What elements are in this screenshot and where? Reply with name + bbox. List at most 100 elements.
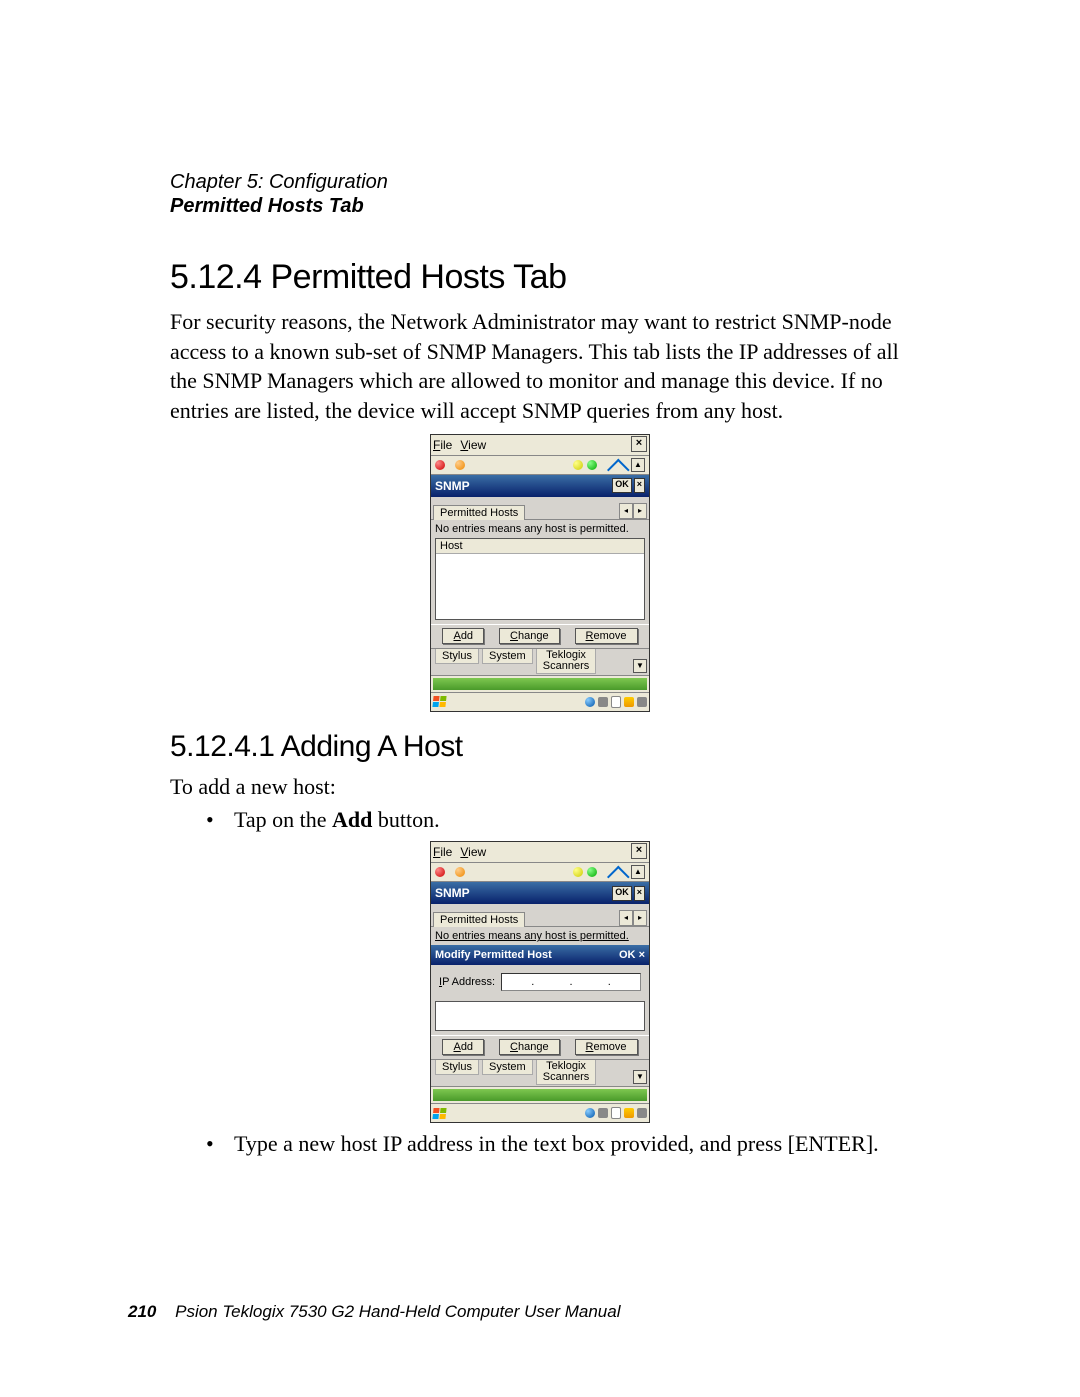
host-list[interactable]: Host [435, 538, 645, 620]
modify-host-title: Modify Permitted Host [435, 949, 552, 961]
taskbar [431, 1103, 649, 1122]
list-item: Tap on the Add button. [206, 807, 910, 833]
section-title-text: Permitted Hosts Tab [270, 258, 566, 296]
menu-file[interactable]: File [433, 845, 452, 859]
add-button[interactable]: Add [442, 1039, 484, 1055]
intro-text: To add a new host: [170, 772, 910, 802]
titlebar-close-button[interactable]: × [634, 886, 645, 901]
titlebar-ok-button[interactable]: OK [612, 886, 632, 901]
change-button[interactable]: Change [499, 1039, 560, 1055]
section-heading: 5.12.4 Permitted Hosts Tab [170, 258, 910, 297]
page-number: 210 [128, 1302, 156, 1321]
cp-tab-system[interactable]: System [482, 1060, 533, 1075]
menu-file[interactable]: File [433, 438, 452, 452]
tray-icon[interactable] [624, 1108, 634, 1118]
titlebar-close-button[interactable]: × [634, 478, 645, 493]
tab-permitted-hosts[interactable]: Permitted Hosts [433, 912, 525, 927]
iconbar: ▲ [431, 456, 649, 475]
start-button-icon[interactable] [432, 696, 446, 707]
control-panel-tabs: Stylus System TeklogixScanners ▼ [431, 648, 649, 675]
header-section: Permitted Hosts Tab [170, 194, 910, 218]
page-footer: 210 Psion Teklogix 7530 G2 Hand-Held Com… [128, 1302, 621, 1322]
tab-scroll-left[interactable]: ◂ [619, 910, 633, 926]
running-header: Chapter 5: Configuration Permitted Hosts… [170, 170, 910, 218]
status-dot-icon [435, 867, 445, 877]
change-button[interactable]: Change [499, 628, 560, 644]
dialog-title: SNMP [435, 886, 470, 900]
ip-address-row: IP Address: . . . [431, 965, 649, 1001]
taskbar [431, 692, 649, 711]
tab-row: Permitted Hosts ◂ ▸ [431, 497, 649, 520]
scroll-down-button[interactable]: ▼ [633, 1070, 647, 1084]
status-dot-icon [573, 460, 583, 470]
header-chapter: Chapter 5: Configuration [170, 170, 910, 194]
pda-window-2: File View × ▲ SNMP OK [430, 841, 650, 1123]
wifi-icon [607, 460, 621, 470]
footer-text: Psion Teklogix 7530 G2 Hand-Held Compute… [175, 1302, 620, 1321]
cp-tab-stylus[interactable]: Stylus [435, 1060, 479, 1075]
status-dot-icon [455, 460, 465, 470]
modify-close-button[interactable]: × [639, 949, 645, 961]
start-button-icon[interactable] [432, 1108, 446, 1119]
button-row: Add Change Remove [431, 1035, 649, 1059]
tab-scroll-right[interactable]: ▸ [633, 503, 647, 519]
tab-scroll-left[interactable]: ◂ [619, 503, 633, 519]
wifi-icon [607, 867, 621, 877]
titlebar-ok-button[interactable]: OK [612, 478, 632, 493]
modify-ok-button[interactable]: OK [619, 949, 636, 961]
cp-tab-teklogix[interactable]: TeklogixScanners [536, 1060, 596, 1085]
tab-permitted-hosts[interactable]: Permitted Hosts [433, 505, 525, 520]
tab-row: Permitted Hosts ◂ ▸ [431, 904, 649, 927]
menubar-close-button[interactable]: × [631, 436, 647, 452]
embedded-screenshot-2: File View × ▲ SNMP OK [170, 841, 910, 1123]
tray-icon[interactable] [637, 697, 647, 707]
network-icon[interactable] [585, 697, 595, 707]
button-row: Add Change Remove [431, 624, 649, 648]
subsection-heading: 5.12.4.1 Adding A Host [170, 730, 910, 764]
status-dot-icon [587, 867, 597, 877]
info-text: No entries means any host is permitted. [431, 927, 649, 945]
ip-address-input[interactable]: . . . [501, 973, 641, 991]
pda-window-1: File View × ▲ SNMP OK [430, 434, 650, 712]
desktop-preview [431, 1086, 649, 1103]
tray-icon[interactable] [598, 1108, 608, 1118]
section-number: 5.12.4 [170, 258, 262, 297]
menu-view[interactable]: View [460, 845, 486, 859]
control-panel-tabs: Stylus System TeklogixScanners ▼ [431, 1059, 649, 1086]
iconbar: ▲ [431, 863, 649, 882]
modify-host-titlebar: Modify Permitted Host OK × [431, 945, 649, 965]
cp-tab-system[interactable]: System [482, 649, 533, 664]
status-dot-icon [435, 460, 445, 470]
embedded-screenshot-1: File View × ▲ SNMP OK [170, 434, 910, 712]
tray-icon[interactable] [598, 697, 608, 707]
remove-button[interactable]: Remove [575, 1039, 638, 1055]
ip-address-label: IP Address: [439, 976, 495, 988]
section-paragraph: For security reasons, the Network Admini… [170, 307, 910, 426]
remove-button[interactable]: Remove [575, 628, 638, 644]
dialog-title: SNMP [435, 479, 470, 493]
status-dot-icon [587, 460, 597, 470]
scroll-up-button[interactable]: ▲ [631, 458, 645, 472]
host-column-header[interactable]: Host [436, 539, 644, 554]
subsection-number: 5.12.4.1 [170, 730, 274, 764]
menu-view[interactable]: View [460, 438, 486, 452]
tray-icon[interactable] [611, 696, 621, 708]
tray-icon[interactable] [637, 1108, 647, 1118]
desktop-preview [431, 675, 649, 692]
add-button[interactable]: Add [442, 628, 484, 644]
scroll-up-button[interactable]: ▲ [631, 865, 645, 879]
empty-area [435, 1001, 645, 1031]
menubar-close-button[interactable]: × [631, 843, 647, 859]
tray-icon[interactable] [611, 1107, 621, 1119]
status-dot-icon [573, 867, 583, 877]
step-list: Type a new host IP address in the text b… [206, 1131, 910, 1157]
cp-tab-stylus[interactable]: Stylus [435, 649, 479, 664]
tab-scroll-right[interactable]: ▸ [633, 910, 647, 926]
page: Chapter 5: Configuration Permitted Hosts… [0, 0, 1080, 1397]
tray-icon[interactable] [624, 697, 634, 707]
scroll-down-button[interactable]: ▼ [633, 659, 647, 673]
subsection-title-text: Adding A Host [281, 730, 463, 763]
list-item: Type a new host IP address in the text b… [206, 1131, 910, 1157]
network-icon[interactable] [585, 1108, 595, 1118]
cp-tab-teklogix[interactable]: TeklogixScanners [536, 649, 596, 674]
